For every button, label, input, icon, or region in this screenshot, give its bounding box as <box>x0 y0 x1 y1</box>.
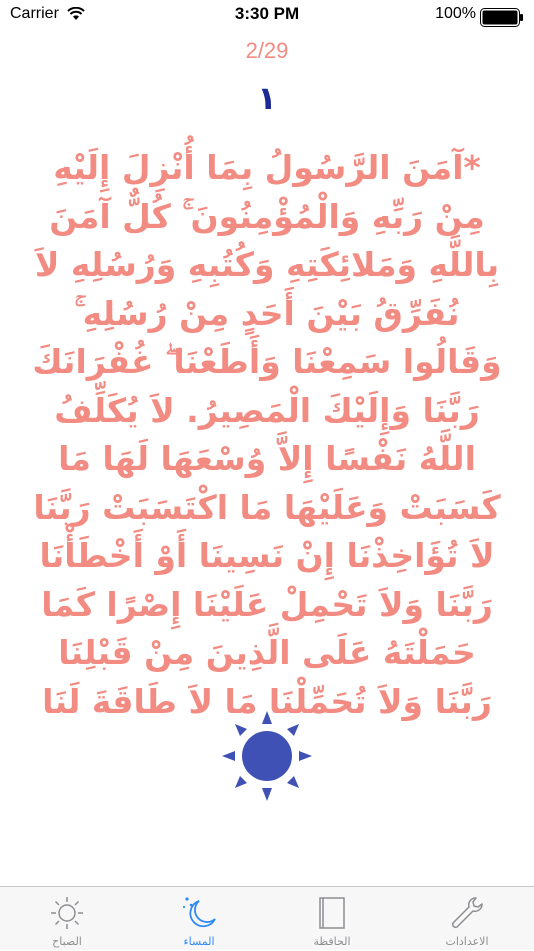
battery-percentage: 100% <box>435 5 476 22</box>
moon-icon <box>182 897 216 928</box>
wrench-icon <box>451 897 483 929</box>
dhikr-text[interactable]: *آمَنَ الرَّسُولُ بِمَا أُنْزِلَ إِلَيْه… <box>30 144 504 726</box>
sun-icon[interactable] <box>221 710 313 802</box>
sun-outline-icon <box>51 897 83 929</box>
tab-evening[interactable]: المساء <box>139 887 259 951</box>
tab-morning-label: الصباح <box>52 935 82 948</box>
book-icon <box>319 897 345 929</box>
tab-evening-label: المساء <box>183 935 215 948</box>
battery-icon <box>480 8 523 27</box>
tab-memorizer-label: الحافظة <box>313 935 351 948</box>
repetition-count: ١ <box>257 79 277 117</box>
page-counter: 2/29 <box>245 38 289 63</box>
tab-settings-label: الاعدادات <box>445 935 489 948</box>
tab-bar: الصباح المساء الحافظة الاعدادات <box>0 886 534 950</box>
status-bar: Carrier 3:30 PM 100% <box>0 0 534 40</box>
tab-morning[interactable]: الصباح <box>7 887 127 951</box>
tab-settings[interactable]: الاعدادات <box>407 887 527 951</box>
tab-memorizer[interactable]: الحافظة <box>272 887 392 951</box>
